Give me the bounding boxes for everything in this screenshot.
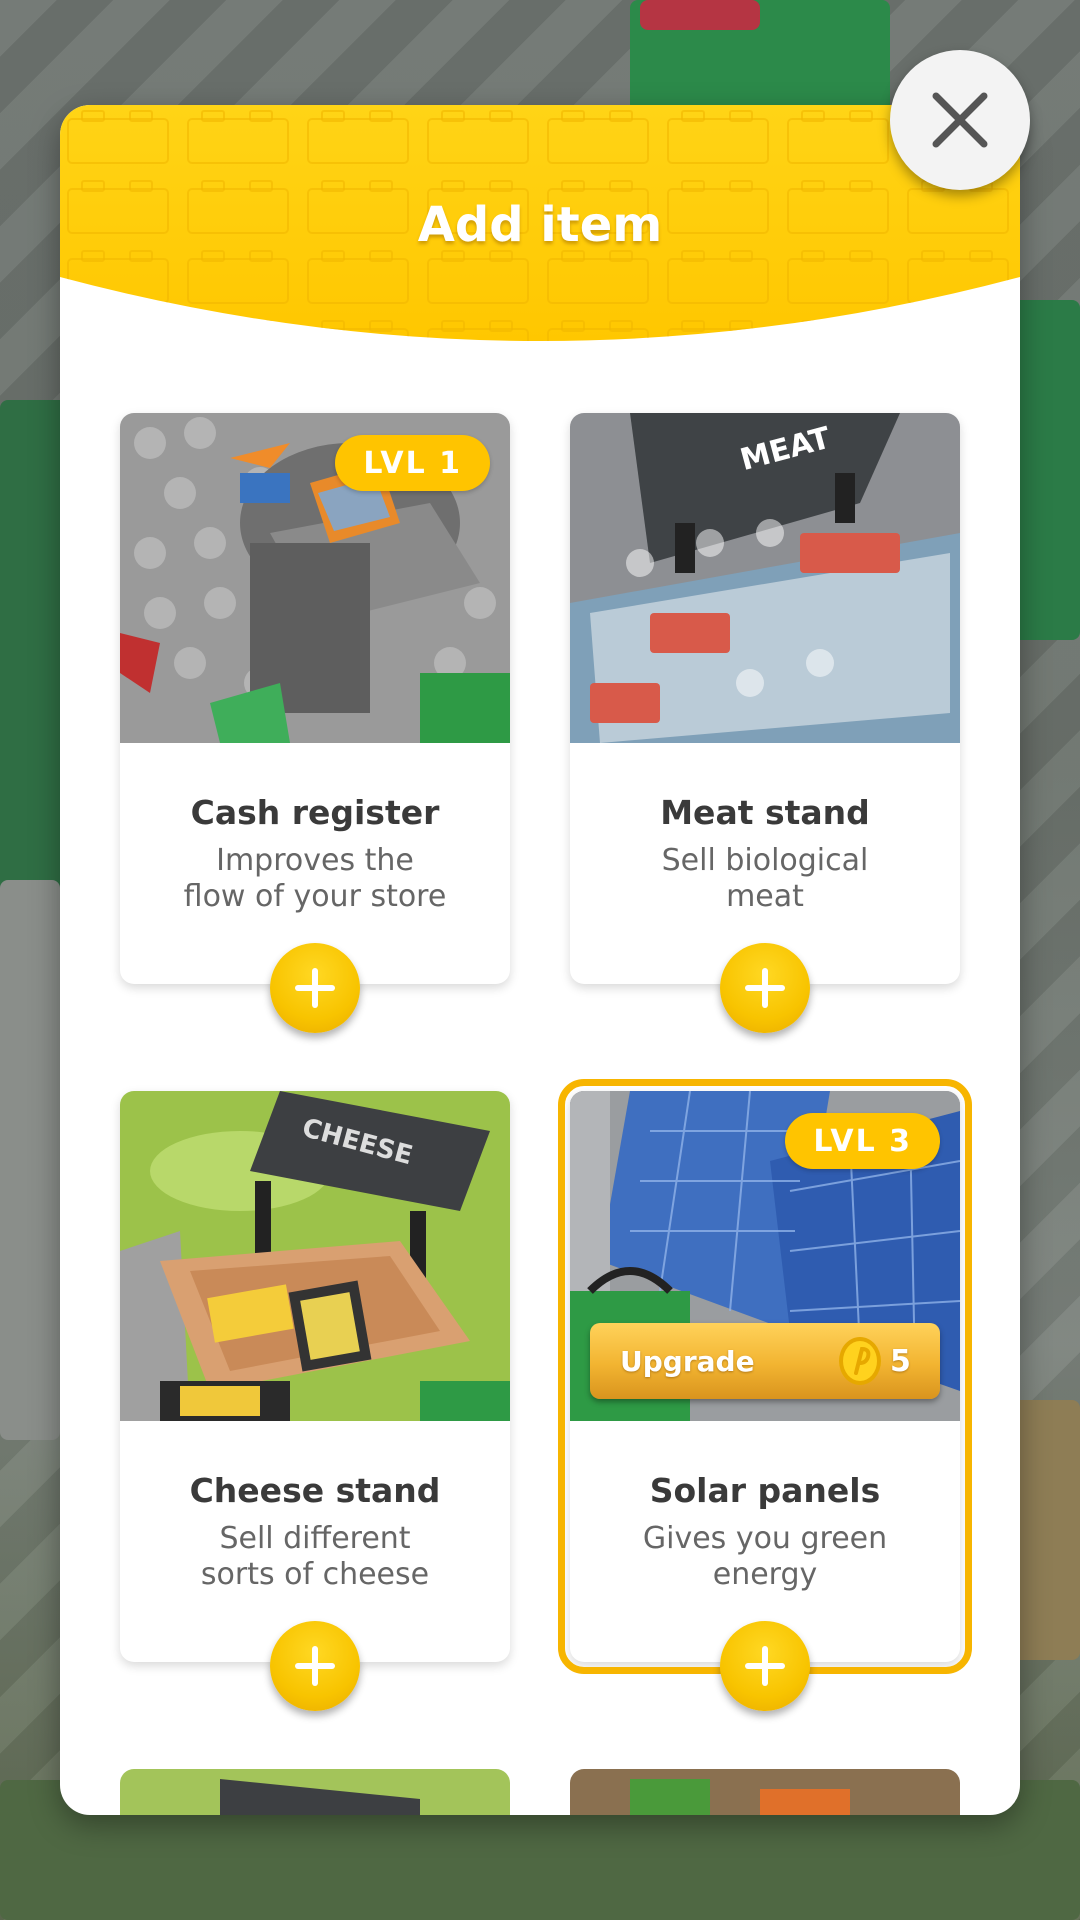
close-button[interactable]	[890, 50, 1030, 190]
coin-icon	[839, 1337, 881, 1385]
plus-icon	[295, 968, 335, 1008]
item-card-solar-panels[interactable]: LVL 3 Upgrade 5 Solar panels Gives you g…	[558, 1079, 972, 1711]
item-description: Improves the flow of your store	[140, 843, 490, 915]
solar-panels-image: LVL 3 Upgrade 5	[570, 1091, 960, 1421]
item-card-partial[interactable]	[570, 1769, 960, 1815]
modal-title: Add item	[417, 197, 663, 253]
description-line: Improves the	[216, 843, 414, 878]
description-line: flow of your store	[183, 879, 447, 914]
item-name: Cash register	[190, 793, 440, 832]
plus-icon	[745, 968, 785, 1008]
add-solar-panels-button[interactable]	[720, 1621, 810, 1711]
upgrade-button[interactable]: Upgrade 5	[590, 1323, 940, 1399]
description-line: Sell different	[219, 1521, 411, 1556]
upgrade-cost: 5	[890, 1343, 911, 1379]
cheese-stand-image: CHEESE	[120, 1091, 510, 1421]
close-icon	[932, 92, 988, 148]
add-cash-register-button[interactable]	[270, 943, 360, 1033]
cash-register-image: LVL 1	[120, 413, 510, 743]
item-card-cheese-stand[interactable]: CHEESE Cheese stand Sell different sorts…	[120, 1091, 510, 1711]
level-badge: LVL 3	[785, 1113, 940, 1169]
item-card-meat-stand[interactable]: MEAT Meat stand Sell biological meat	[570, 413, 960, 1033]
description-line: Gives you green	[642, 1521, 888, 1556]
description-line: sorts of cheese	[200, 1557, 430, 1592]
item-name: Meat stand	[660, 793, 870, 832]
meat-stand-image: MEAT	[570, 413, 960, 743]
item-description: Gives you green energy	[590, 1521, 940, 1593]
add-cheese-stand-button[interactable]	[270, 1621, 360, 1711]
item-card-cash-register[interactable]: LVL 1 Cash register Improves the flow of…	[120, 413, 510, 1033]
add-item-modal: Add item LVL 1 Cash register Improves th…	[60, 105, 1020, 1815]
item-description: Sell biological meat	[590, 843, 940, 915]
description-line: energy	[712, 1557, 818, 1592]
description-line: Sell biological	[661, 843, 869, 878]
item-name: Solar panels	[649, 1471, 881, 1510]
item-description: Sell different sorts of cheese	[140, 1521, 490, 1593]
plus-icon	[295, 1646, 335, 1686]
upgrade-label: Upgrade	[620, 1344, 755, 1378]
item-name: Cheese stand	[189, 1471, 441, 1510]
item-card-partial[interactable]	[120, 1769, 510, 1815]
plus-icon	[745, 1646, 785, 1686]
add-meat-stand-button[interactable]	[720, 943, 810, 1033]
level-badge: LVL 1	[335, 435, 490, 491]
description-line: meat	[726, 879, 804, 914]
modal-header: Add item	[60, 105, 1020, 357]
